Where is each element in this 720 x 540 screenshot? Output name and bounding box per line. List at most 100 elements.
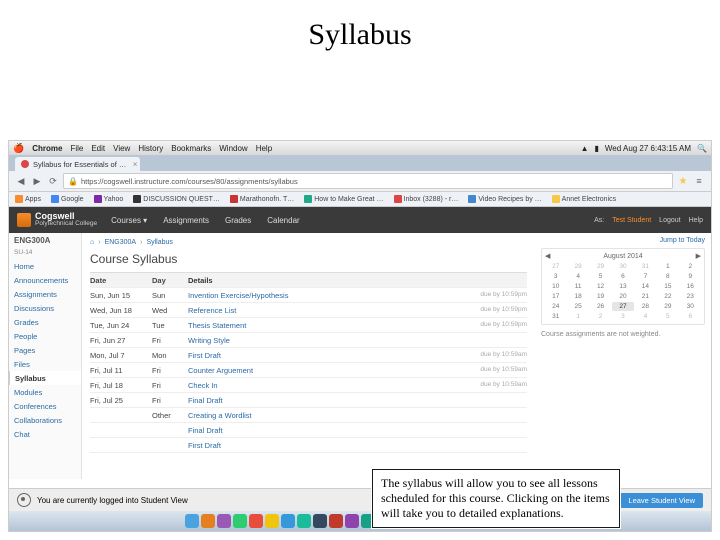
dock-app-icon[interactable] xyxy=(233,514,247,528)
sidebar-item-files[interactable]: Files xyxy=(9,357,81,371)
mac-menu-item[interactable]: View xyxy=(113,144,130,153)
sidebar-item-home[interactable]: Home xyxy=(9,259,81,273)
cell-date: Fri, Jun 27 xyxy=(90,336,152,345)
cell-date xyxy=(90,441,152,450)
mac-menu-item[interactable]: Bookmarks xyxy=(171,144,211,153)
bookmark-item[interactable]: Annet Electronics xyxy=(552,195,616,203)
dock-app-icon[interactable] xyxy=(329,514,343,528)
browser-tab[interactable]: Syllabus for Essentials of … × xyxy=(15,157,140,171)
cell-details-link[interactable]: First Draft xyxy=(188,441,447,450)
mac-menu-item[interactable]: History xyxy=(138,144,163,153)
sidebar-item-modules[interactable]: Modules xyxy=(9,385,81,399)
main-pane: ⌂ › ENG300A › Syllabus Course Syllabus D… xyxy=(82,233,535,479)
cell-details-link[interactable]: Final Draft xyxy=(188,396,447,405)
mac-app-name[interactable]: Chrome xyxy=(32,144,62,153)
bookmark-item[interactable]: Yahoo xyxy=(94,195,124,203)
sidebar-item-conferences[interactable]: Conferences xyxy=(9,399,81,413)
school-logo[interactable]: Cogswell Polytechnical College xyxy=(17,212,97,228)
bookmark-item[interactable]: Apps xyxy=(15,195,41,203)
breadcrumb-page: Syllabus xyxy=(146,239,172,246)
cal-prev-icon[interactable]: ◀ xyxy=(545,252,550,260)
dock-app-icon[interactable] xyxy=(313,514,327,528)
bookmark-star-icon[interactable]: ★ xyxy=(677,175,689,187)
cell-details-link[interactable]: Final Draft xyxy=(188,426,447,435)
table-row: Mon, Jul 7MonFirst Draftdue by 10:59am xyxy=(90,348,527,363)
dock-app-icon[interactable] xyxy=(185,514,199,528)
bookmark-item[interactable]: Inbox (3288) - r… xyxy=(394,195,459,203)
favicon xyxy=(51,195,59,203)
cell-details-link[interactable]: Creating a Wordlist xyxy=(188,411,447,420)
reload-button[interactable]: ⟳ xyxy=(47,175,59,187)
apple-icon[interactable]: 🍎 xyxy=(13,143,24,154)
dock-app-icon[interactable] xyxy=(297,514,311,528)
sidebar-item-pages[interactable]: Pages xyxy=(9,343,81,357)
jump-to-today-link[interactable]: Jump to Today xyxy=(541,237,705,244)
mac-menu-item[interactable]: File xyxy=(70,144,83,153)
forward-button[interactable]: ▶ xyxy=(31,175,43,187)
logout-link[interactable]: Logout xyxy=(659,217,680,224)
cal-month: August 2014 xyxy=(603,253,642,260)
favicon xyxy=(230,195,238,203)
dock-app-icon[interactable] xyxy=(345,514,359,528)
sidebar-item-people[interactable]: People xyxy=(9,329,81,343)
dock-app-icon[interactable] xyxy=(265,514,279,528)
cell-details-link[interactable]: Counter Arguement xyxy=(188,366,447,375)
bookmark-item[interactable]: DISCUSSION QUEST… xyxy=(133,195,220,203)
mac-menu-item[interactable]: Window xyxy=(219,144,247,153)
leave-student-view-button[interactable]: Leave Student View xyxy=(620,493,703,508)
cell-day: Mon xyxy=(152,351,188,360)
nav-calendar[interactable]: Calendar xyxy=(267,216,299,225)
mac-menu-item[interactable]: Help xyxy=(256,144,272,153)
cell-details-link[interactable]: Writing Style xyxy=(188,336,447,345)
sidebar-item-syllabus[interactable]: Syllabus xyxy=(8,371,81,385)
cell-details-link[interactable]: Check In xyxy=(188,381,447,390)
table-row: Fri, Jul 18FriCheck Indue by 10:59am xyxy=(90,378,527,393)
sidebar-item-discussions[interactable]: Discussions xyxy=(9,301,81,315)
top-nav: Courses ▾ Assignments Grades Calendar xyxy=(111,216,300,225)
home-icon[interactable]: ⌂ xyxy=(90,239,94,246)
cell-day: Fri xyxy=(152,396,188,405)
dock-app-icon[interactable] xyxy=(281,514,295,528)
mac-menu-item[interactable]: Edit xyxy=(91,144,105,153)
close-tab-icon[interactable]: × xyxy=(133,160,138,169)
calendar-grid[interactable]: 2728293031123456789101112131415161718192… xyxy=(545,262,701,321)
cal-next-icon[interactable]: ▶ xyxy=(696,252,701,260)
chrome-menu-icon[interactable]: ≡ xyxy=(693,175,705,187)
cell-date: Fri, Jul 18 xyxy=(90,381,152,390)
favicon xyxy=(552,195,560,203)
col-date: Date xyxy=(90,276,152,285)
test-student-name: Test Student xyxy=(612,217,651,224)
dock-app-icon[interactable] xyxy=(201,514,215,528)
wifi-icon[interactable]: ▲ xyxy=(581,144,589,153)
help-link[interactable]: Help xyxy=(689,217,703,224)
sidebar-item-chat[interactable]: Chat xyxy=(9,427,81,441)
sidebar-item-assignments[interactable]: Assignments xyxy=(9,287,81,301)
cell-day: Fri xyxy=(152,381,188,390)
bookmark-item[interactable]: Marathonofn. T… xyxy=(230,195,294,203)
cell-details-link[interactable]: Invention Exercise/Hypothesis xyxy=(188,291,447,300)
battery-icon[interactable]: ▮ xyxy=(594,144,598,153)
bookmark-item[interactable]: How to Make Great … xyxy=(304,195,383,203)
dock-app-icon[interactable] xyxy=(249,514,263,528)
sidebar-item-grades[interactable]: Grades xyxy=(9,315,81,329)
nav-assignments[interactable]: Assignments xyxy=(163,216,209,225)
back-button[interactable]: ◀ xyxy=(15,175,27,187)
lock-icon: 🔒 xyxy=(68,177,78,186)
breadcrumb-course[interactable]: ENG300A xyxy=(105,239,137,246)
bookmark-item[interactable]: Video Recipes by … xyxy=(468,195,541,203)
nav-courses[interactable]: Courses ▾ xyxy=(111,216,147,225)
table-row: Fri, Jul 11FriCounter Arguementdue by 10… xyxy=(90,363,527,378)
dock-app-icon[interactable] xyxy=(217,514,231,528)
bookmark-item[interactable]: Google xyxy=(51,195,84,203)
spotlight-icon[interactable]: 🔍 xyxy=(697,144,707,153)
favicon xyxy=(468,195,476,203)
sidebar-item-collaborations[interactable]: Collaborations xyxy=(9,413,81,427)
cell-details-link[interactable]: First Draft xyxy=(188,351,447,360)
cell-details-link[interactable]: Reference List xyxy=(188,306,447,315)
url-field[interactable]: 🔒 https://cogswell.instructure.com/cours… xyxy=(63,173,673,189)
nav-grades[interactable]: Grades xyxy=(225,216,251,225)
eye-icon xyxy=(17,493,31,507)
sidebar-item-announcements[interactable]: Announcements xyxy=(9,273,81,287)
cell-details-link[interactable]: Thesis Statement xyxy=(188,321,447,330)
cell-day: Fri xyxy=(152,336,188,345)
